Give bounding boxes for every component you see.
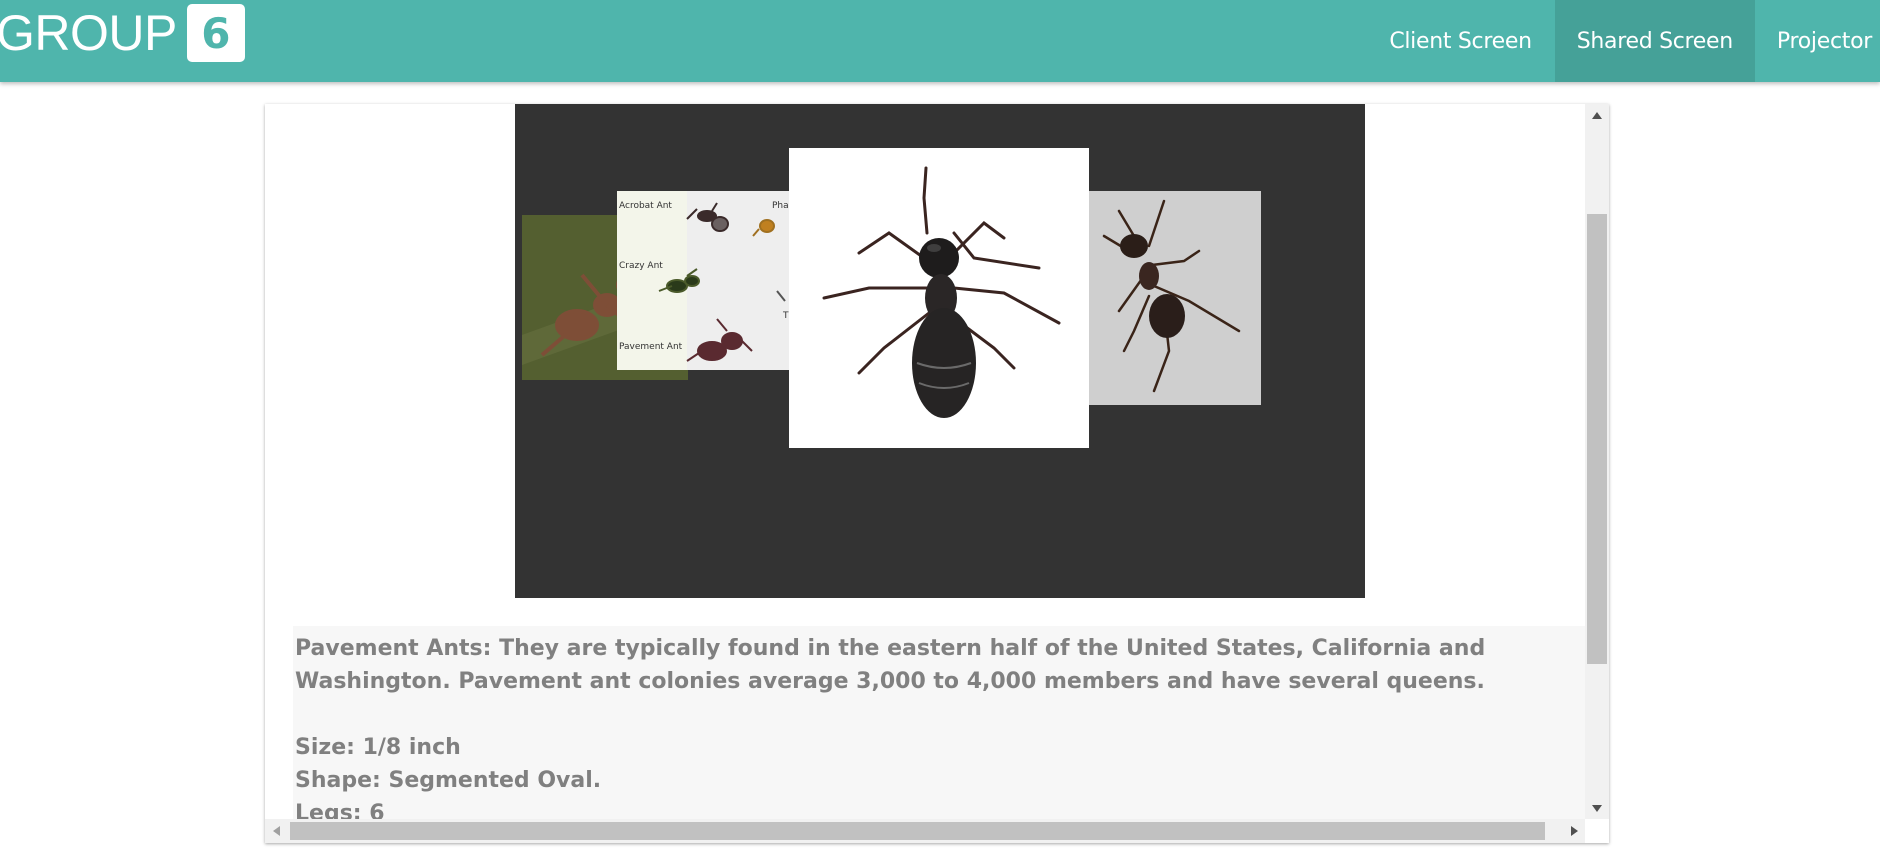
nav-shared-screen[interactable]: Shared Screen [1554,0,1755,82]
scroll-right-arrow-icon[interactable] [1563,819,1585,843]
scroll-viewport: Acrobat Ant Crazy Ant Pavement Ant Pha T [265,104,1585,819]
slide-pavement-ant[interactable] [1089,191,1261,405]
nav-client-screen[interactable]: Client Screen [1367,0,1554,82]
brand-number-badge: 6 [186,4,245,62]
content-frame: Acrobat Ant Crazy Ant Pavement Ant Pha T [265,104,1609,843]
vertical-scrollbar[interactable] [1585,104,1609,819]
ant-description: Pavement Ants: They are typically found … [293,626,1585,819]
main-nav: Client Screen Shared Screen Projector [1367,0,1880,82]
description-intro: Pavement Ants: They are typically found … [295,636,1493,694]
description-shape: Shape: Segmented Oval. [295,768,602,793]
ant-image-carousel[interactable]: Acrobat Ant Crazy Ant Pavement Ant Pha T [515,104,1365,598]
scrollbar-corner [1585,819,1609,843]
nav-projector[interactable]: Projector [1755,0,1880,82]
slide-carpenter-ant[interactable] [789,148,1089,448]
brand-logo[interactable]: GROUP 6 [0,4,245,62]
pavement-ant-image [1089,191,1261,405]
scroll-left-arrow-icon[interactable] [265,819,287,843]
description-legs: Legs: 6 [295,801,385,819]
scroll-down-arrow-icon[interactable] [1585,797,1609,819]
top-navbar: GROUP 6 Client Screen Shared Screen Proj… [0,0,1880,82]
brand-text: GROUP [0,5,177,61]
vertical-scroll-thumb[interactable] [1587,214,1607,664]
scroll-up-arrow-icon[interactable] [1585,104,1609,126]
horizontal-scrollbar[interactable] [265,819,1585,843]
ant-chart-image: Acrobat Ant Crazy Ant Pavement Ant Pha T [617,191,789,370]
carpenter-ant-image [789,148,1089,448]
slide-ant-chart[interactable]: Acrobat Ant Crazy Ant Pavement Ant Pha T [617,191,789,370]
description-size: Size: 1/8 inch [295,735,461,760]
chart-label-pavement: Pavement Ant [619,342,683,352]
chart-label-t: T [782,311,789,321]
chart-label-pha: Pha [772,201,789,211]
chart-label-crazy: Crazy Ant [619,261,663,271]
chart-label-acrobat: Acrobat Ant [619,201,672,211]
horizontal-scroll-thumb[interactable] [290,822,1545,840]
